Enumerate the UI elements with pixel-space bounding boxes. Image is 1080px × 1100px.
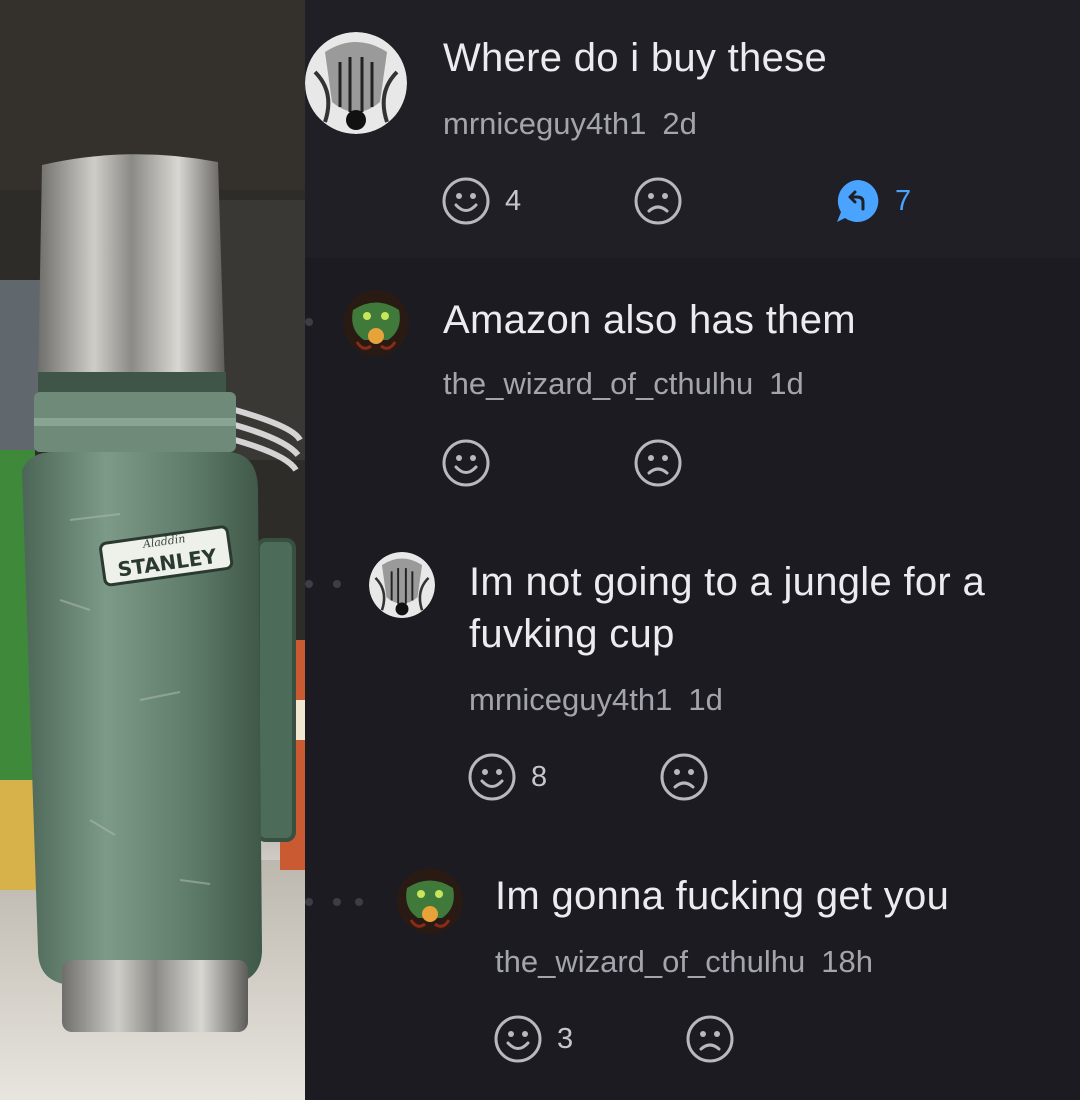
smiley-icon: [468, 753, 516, 801]
reply-bubble-icon: [837, 180, 879, 222]
comment-author[interactable]: mrniceguy4th1: [469, 682, 672, 717]
frown-icon: [634, 177, 682, 225]
avatar-mrniceguy4th1[interactable]: [369, 552, 435, 618]
thread-line-dot: [333, 898, 341, 906]
comment-4[interactable]: Im gonna fucking get you the_wizard_of_c…: [305, 840, 1080, 1100]
dislike-button[interactable]: [633, 176, 683, 226]
reply-count: 7: [895, 184, 912, 217]
cthulhu-avatar-icon: [343, 290, 409, 356]
thread-line-dot: [305, 580, 313, 588]
avatar-the-wizard-of-cthulhu[interactable]: [397, 868, 463, 934]
thread-line-dot: [305, 318, 313, 326]
comment-text: Im not going to a jungle for a fuvking c…: [469, 560, 985, 656]
comment-actions: [441, 438, 1061, 494]
thermos-illustration: Aladdin STANLEY: [0, 0, 305, 1100]
comment-actions: 4 7: [441, 176, 1061, 232]
thread-line-dot: [305, 898, 313, 906]
comment-1[interactable]: Where do i buy these mrniceguy4th1 2d 4: [305, 0, 1080, 258]
comment-author[interactable]: mrniceguy4th1: [443, 106, 646, 141]
comment-age: 1d: [769, 366, 804, 401]
comment-3[interactable]: Im not going to a jungle for a fuvking c…: [305, 520, 1080, 840]
comment-text: Im gonna fucking get you: [495, 874, 950, 918]
like-button[interactable]: [441, 438, 505, 488]
comment-actions: 8: [467, 752, 1067, 808]
thread-line-dot: [355, 898, 363, 906]
smiley-icon: [494, 1015, 542, 1063]
comment-age: 2d: [662, 106, 697, 141]
cthulhu-avatar-icon: [397, 868, 463, 934]
like-button[interactable]: 3: [493, 1014, 573, 1064]
comment-age: 18h: [821, 944, 873, 979]
frown-icon: [634, 439, 682, 487]
replies-button[interactable]: 7: [833, 176, 911, 226]
dislike-button[interactable]: [659, 752, 709, 802]
comments-pane: Where do i buy these mrniceguy4th1 2d 4: [305, 0, 1080, 1100]
skull-creature-avatar-icon: [305, 32, 407, 134]
smiley-icon: [442, 439, 490, 487]
like-count: 4: [505, 184, 522, 217]
comment-text: Amazon also has them: [443, 298, 856, 342]
dislike-button[interactable]: [633, 438, 683, 488]
comment-actions: 3: [493, 1014, 1073, 1070]
like-button[interactable]: 8: [467, 752, 547, 802]
comment-meta: the_wizard_of_cthulhu 1d: [443, 364, 804, 404]
comment-2[interactable]: Amazon also has them the_wizard_of_cthul…: [305, 258, 1080, 520]
like-count: 8: [531, 760, 548, 793]
comment-meta: mrniceguy4th1 2d: [443, 104, 697, 144]
like-button[interactable]: 4: [441, 176, 521, 226]
avatar-mrniceguy4th1[interactable]: [305, 32, 407, 134]
thread-line-dot: [333, 580, 341, 588]
comment-meta: the_wizard_of_cthulhu 18h: [495, 942, 873, 982]
dislike-button[interactable]: [685, 1014, 735, 1064]
avatar-the-wizard-of-cthulhu[interactable]: [343, 290, 409, 356]
comment-author[interactable]: the_wizard_of_cthulhu: [443, 366, 753, 401]
like-count: 3: [557, 1022, 574, 1055]
frown-icon: [686, 1015, 734, 1063]
thermos-photo: Aladdin STANLEY: [0, 0, 305, 1100]
comment-age: 1d: [688, 682, 723, 717]
skull-creature-avatar-icon: [369, 552, 435, 618]
comment-author[interactable]: the_wizard_of_cthulhu: [495, 944, 805, 979]
smiley-icon: [442, 177, 490, 225]
comment-meta: mrniceguy4th1 1d: [469, 680, 723, 720]
comment-text: Where do i buy these: [443, 36, 827, 80]
frown-icon: [660, 753, 708, 801]
